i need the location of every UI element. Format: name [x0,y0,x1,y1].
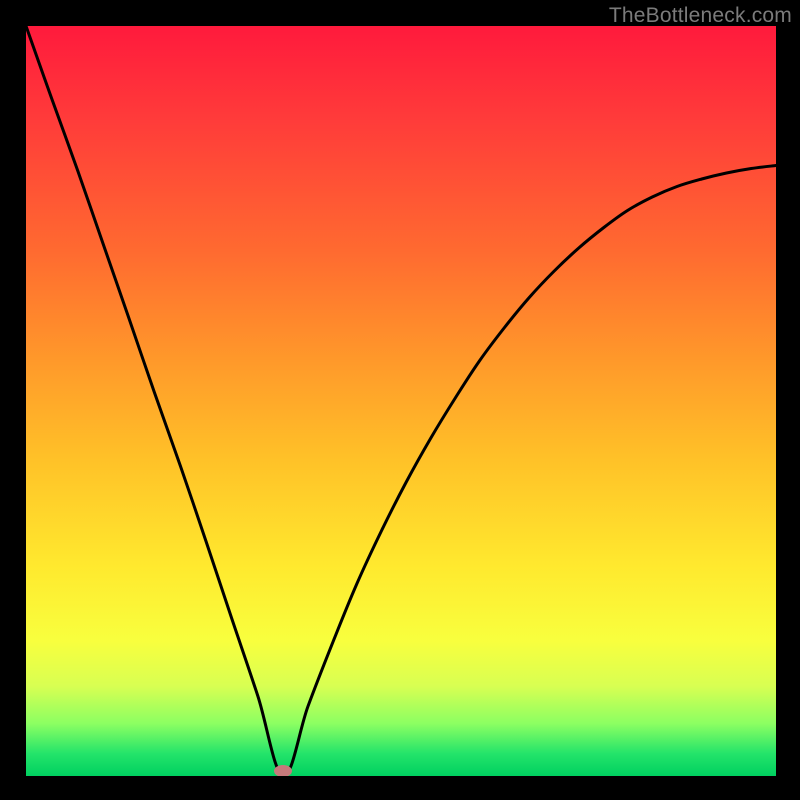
bottleneck-curve [26,26,776,776]
plot-area [26,26,776,776]
vertex-marker [274,765,292,776]
chart-frame: TheBottleneck.com [0,0,800,800]
watermark-text: TheBottleneck.com [609,4,792,28]
